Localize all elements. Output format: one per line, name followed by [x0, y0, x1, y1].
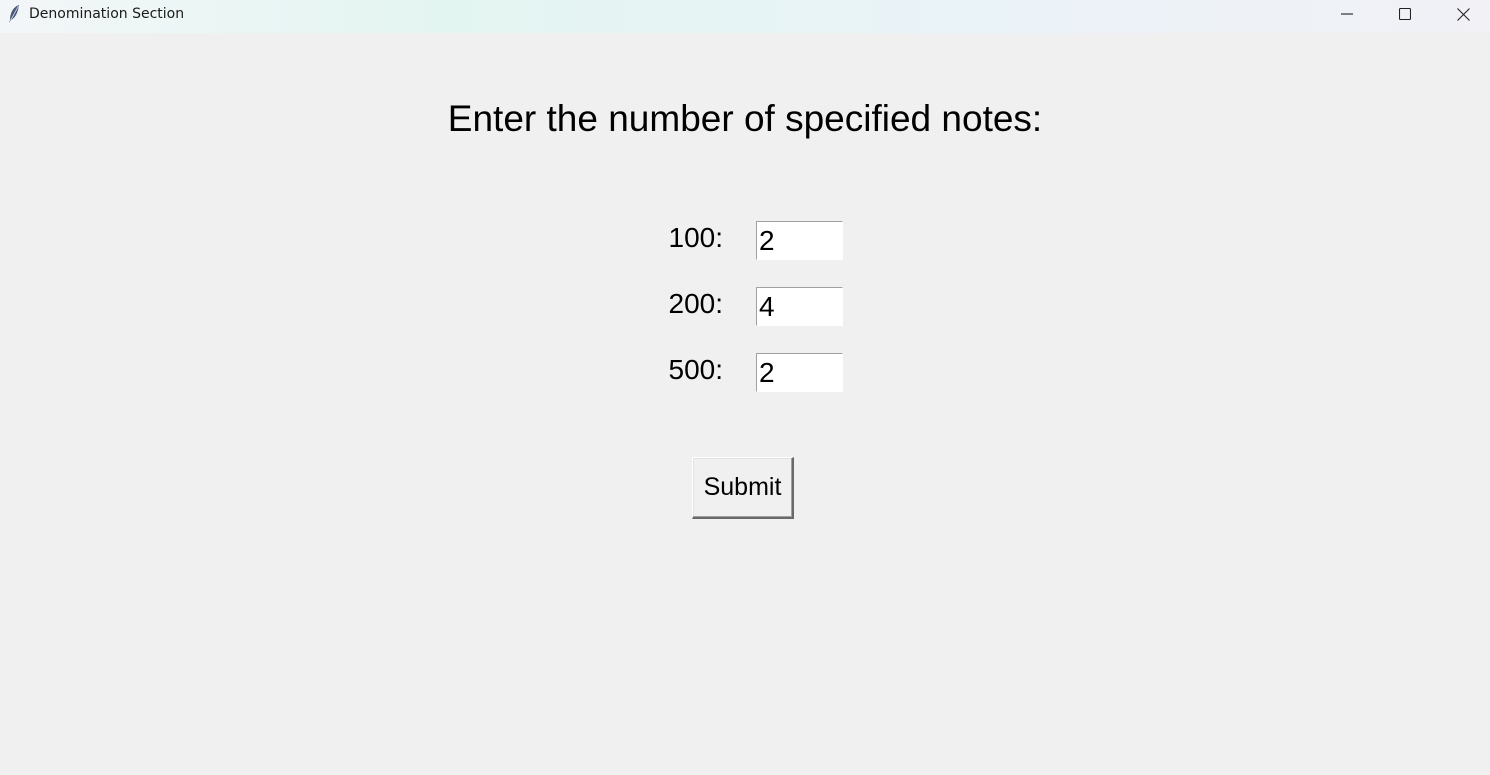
feather-icon: [6, 4, 22, 24]
notes-100-input[interactable]: [756, 221, 843, 260]
minimize-button[interactable]: [1318, 0, 1376, 28]
close-icon: [1456, 7, 1470, 21]
title-bar[interactable]: Denomination Section: [0, 0, 1490, 33]
window-title: Denomination Section: [29, 6, 185, 22]
maximize-button[interactable]: [1376, 0, 1434, 28]
notes-500-input[interactable]: [756, 353, 843, 392]
close-button[interactable]: [1434, 0, 1490, 28]
denomination-label-500: 500:: [668, 354, 724, 385]
form-heading: Enter the number of specified notes:: [447, 98, 1043, 139]
app-window: Denomination Section Enter the number of…: [0, 0, 1490, 775]
denomination-label-200: 200:: [668, 288, 724, 319]
submit-button[interactable]: Submit: [692, 457, 794, 519]
notes-200-input[interactable]: [756, 287, 843, 326]
denomination-label-100: 100:: [668, 222, 724, 253]
minimize-icon: [1341, 8, 1353, 20]
maximize-icon: [1399, 8, 1411, 20]
